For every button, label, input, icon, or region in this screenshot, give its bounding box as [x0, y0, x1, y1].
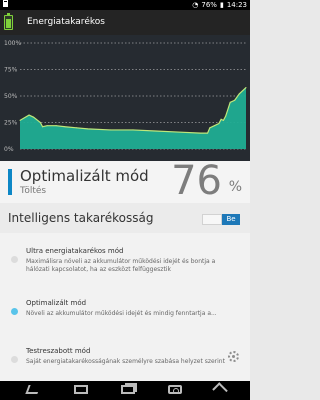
battery-level-icon [3, 0, 8, 10]
status-bar: ◔ 76% ▮ 14:23 [0, 0, 250, 10]
data-point [207, 132, 209, 134]
home-icon[interactable] [74, 385, 88, 394]
y-tick-label: 0% [4, 146, 14, 153]
recent-apps-icon[interactable] [121, 383, 137, 394]
data-point [177, 131, 179, 133]
data-point [222, 119, 224, 121]
y-tick-label: 50% [4, 93, 18, 100]
mode-title: Ultra energiatakarékos mód [26, 247, 124, 255]
radio-button[interactable] [11, 256, 18, 263]
data-point [238, 93, 240, 95]
y-tick-label: 25% [4, 120, 18, 127]
battery-app-icon [4, 13, 13, 30]
battery-percent: 76% [201, 1, 217, 9]
battery-status-panel: Optimalizált mód Töltés 76 % [0, 158, 250, 204]
up-icon[interactable] [212, 382, 228, 398]
battery-status-icon: ▮ [219, 1, 224, 9]
mode-description: Saját energiatakarékosságának személyre … [26, 358, 225, 365]
data-point [200, 132, 202, 134]
data-point [42, 126, 44, 128]
battery-chart: 100% 75% 50% 25% 0% [0, 35, 250, 161]
charging-state: Töltés [20, 186, 47, 196]
toggle-label: Be [222, 214, 240, 225]
battery-percent-large: 76 [171, 158, 222, 204]
data-point [155, 130, 157, 132]
data-point [19, 119, 21, 121]
app-bar: Energiatakarékos [0, 10, 250, 35]
smart-saving-toggle[interactable]: Be [202, 214, 240, 225]
mode-ultra[interactable]: Ultra energiatakarékos mód Maximálisra n… [0, 233, 250, 282]
mode-title: Testreszabott mód [26, 347, 91, 355]
data-point [39, 122, 41, 123]
mode-custom[interactable]: Testreszabott mód Saját energiatakarékos… [0, 333, 250, 382]
data-point [220, 118, 222, 120]
mode-title: Optimalizált mód [20, 167, 149, 185]
data-point [245, 87, 247, 89]
data-point [229, 101, 231, 103]
mode-description: Maximálisra növeli az akkumulátor működé… [26, 258, 216, 273]
radio-button[interactable] [11, 356, 18, 363]
mode-optimized[interactable]: Optimalizált mód Növeli az akkumulátor m… [0, 285, 250, 334]
y-tick-label: 100% [4, 40, 21, 47]
data-point [225, 115, 227, 117]
data-point [33, 116, 35, 118]
data-point [28, 114, 30, 116]
data-point [87, 128, 89, 130]
mode-description: Növeli az akkumulátor működési idejét és… [26, 310, 217, 317]
data-point [64, 126, 66, 128]
app-title: Energiatakarékos [27, 17, 105, 27]
gear-icon[interactable] [228, 351, 239, 362]
clock: 14:23 [226, 1, 247, 9]
wifi-icon: ◔ [192, 1, 199, 9]
navigation-bar [0, 381, 250, 400]
battery-percent-sign: % [228, 179, 242, 195]
data-point [213, 125, 215, 127]
data-point [76, 127, 77, 129]
section-title: Intelligens takarékosság [8, 211, 154, 225]
radio-button-selected[interactable] [11, 308, 18, 315]
mode-list: Ultra energiatakarékos mód Maximálisra n… [0, 233, 250, 381]
battery-chart-svg: 100% 75% 50% 25% 0% [0, 35, 250, 161]
y-tick-label: 75% [4, 67, 18, 74]
data-point [109, 129, 111, 131]
data-point [209, 127, 211, 129]
toggle-thumb [202, 214, 222, 225]
status-icons: ◔ 76% ▮ 14:23 [192, 0, 247, 10]
data-point [132, 129, 134, 131]
data-point [46, 125, 48, 127]
camera-icon[interactable] [168, 385, 182, 394]
data-point [234, 99, 236, 101]
data-point [55, 125, 57, 127]
data-point [218, 123, 220, 125]
mode-title: Optimalizált mód [26, 299, 87, 307]
status-accent-bar [8, 169, 12, 195]
back-icon[interactable] [25, 385, 41, 394]
